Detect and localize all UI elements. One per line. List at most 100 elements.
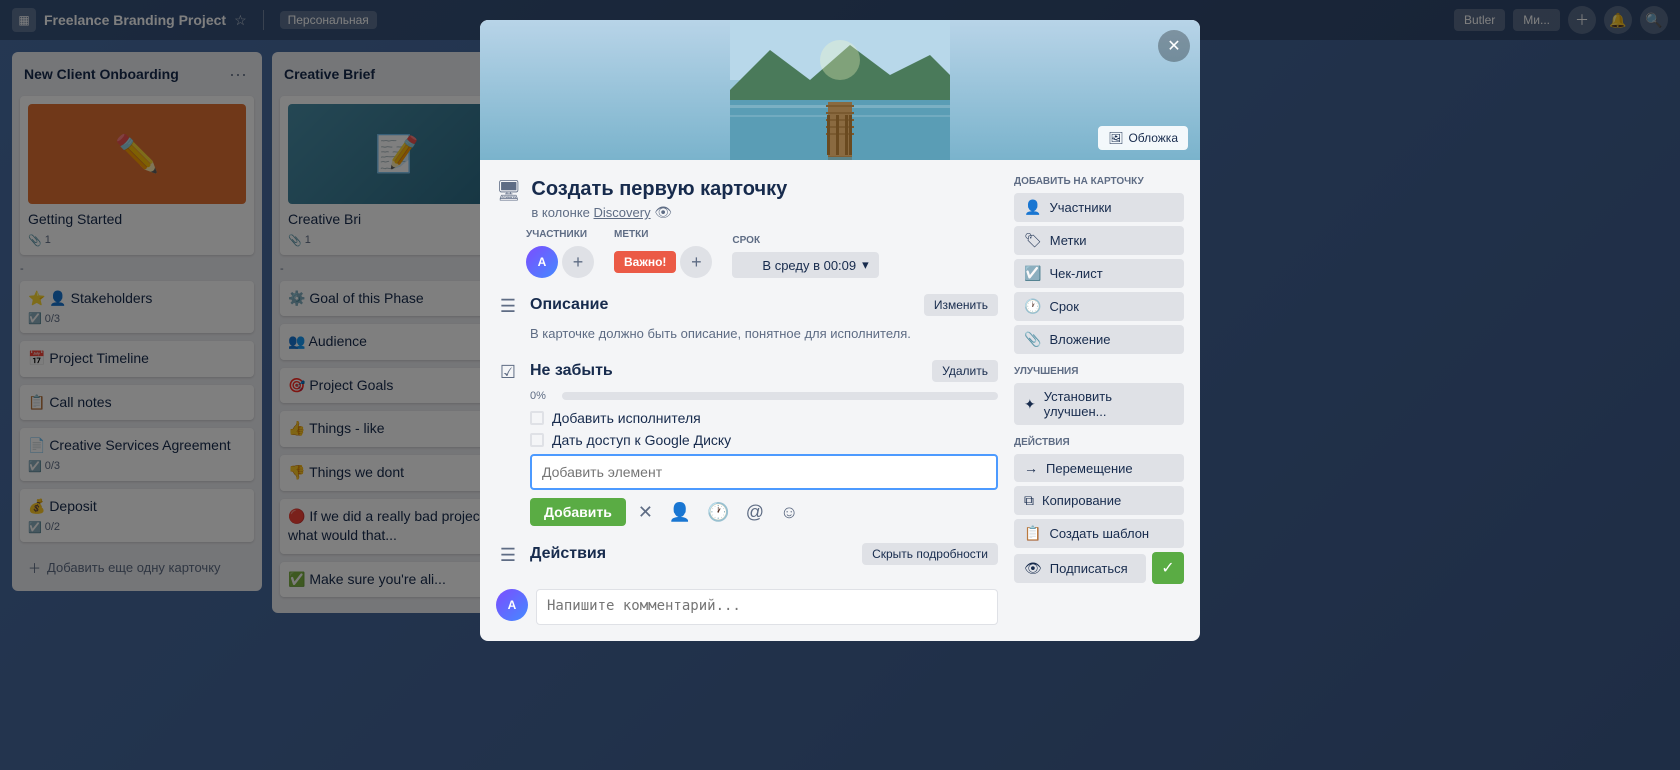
- sidebar-improve-title: УЛУЧШЕНИЯ: [1014, 366, 1184, 377]
- sidebar-checklist-label: Чек-лист: [1049, 266, 1102, 281]
- column-link[interactable]: Discovery: [594, 205, 651, 220]
- sidebar-actions-title: ДЕЙСТВИЯ: [1014, 437, 1184, 448]
- checklist-content: Не забыть Удалить 0% Добавить исполнител…: [530, 360, 998, 527]
- actions-header: Действия Скрыть подробности: [530, 543, 998, 565]
- checklist-text-0: Добавить исполнителя: [552, 410, 701, 426]
- checklist-progress: 0%: [530, 390, 998, 402]
- sidebar-add-title: ДОБАВИТЬ НА КАРТОЧКУ: [1014, 176, 1184, 187]
- close-input-btn[interactable]: ✕: [634, 498, 657, 527]
- card-icon: 🖥: [496, 178, 521, 203]
- due-checkbox: [742, 258, 756, 272]
- cover-button[interactable]: 🖼 Обложка: [1098, 126, 1188, 150]
- checklist-section: ☑ Не забыть Удалить 0%: [496, 360, 998, 527]
- sidebar-subscribe-label: Подписаться: [1050, 561, 1128, 576]
- checklist-add-icon: ☑️: [1024, 265, 1041, 282]
- avatar-participant[interactable]: А: [526, 246, 558, 278]
- modal-title-wrap: Создать первую карточку в колонке Discov…: [531, 176, 787, 221]
- progress-pct: 0%: [530, 390, 554, 402]
- modal-body: 🖥 Создать первую карточку в колонке Disc…: [480, 160, 1200, 641]
- sidebar-btn-checklist[interactable]: ☑️ Чек-лист: [1014, 259, 1184, 288]
- labels-content: Важно! +: [614, 246, 712, 278]
- checklist-item-0: Добавить исполнителя: [530, 410, 998, 426]
- progress-bar-track: [562, 392, 998, 400]
- actions-content: Действия Скрыть подробности: [530, 543, 998, 573]
- modal-card: 🖼 Обложка ✕ 🖥 Создать первую карточку в …: [480, 20, 1200, 641]
- modal-header: 🖥 Создать первую карточку в колонке Disc…: [496, 176, 998, 221]
- add-label-btn[interactable]: +: [680, 246, 712, 278]
- sidebar-participants-label: Участники: [1049, 200, 1111, 215]
- description-content: Описание Изменить В карточке должно быть…: [530, 294, 998, 344]
- add-item-actions: Добавить ✕ 👤 🕐 @ ☺: [530, 498, 998, 527]
- subscribe-row: 👁 Подписаться ✓: [1014, 552, 1184, 584]
- watch-icon: 👁: [654, 204, 672, 220]
- chevron-down-icon: ▾: [862, 257, 869, 273]
- tag-icon: 🏷: [1024, 232, 1042, 249]
- sidebar-improve-label: Установить улучшен...: [1044, 389, 1174, 419]
- description-icon: ☰: [496, 296, 520, 317]
- modal-meta-row: УЧАСТНИКИ А + МЕТКИ Важно! +: [496, 229, 998, 278]
- due-content: В среду в 00:09 ▾: [732, 252, 878, 278]
- sidebar-template-label: Создать шаблон: [1049, 526, 1149, 541]
- mention-icon-btn[interactable]: @: [742, 498, 768, 527]
- sidebar-btn-improve[interactable]: ✦ Установить улучшен...: [1014, 383, 1184, 425]
- description-section: ☰ Описание Изменить В карточке должно бы…: [496, 294, 998, 344]
- checklist-item-1: Дать доступ к Google Диску: [530, 432, 998, 448]
- sidebar-btn-template[interactable]: 📋 Создать шаблон: [1014, 519, 1184, 548]
- checklist-header: Не забыть Удалить: [530, 360, 998, 382]
- cover-icon: 🖼: [1108, 131, 1123, 145]
- actions-section: ☰ Действия Скрыть подробности: [496, 543, 998, 573]
- avatar-comment: А: [496, 589, 528, 621]
- copy-icon: ⧉: [1024, 492, 1034, 509]
- checklist-check-1[interactable]: [530, 433, 544, 447]
- hide-details-btn[interactable]: Скрыть подробности: [862, 543, 998, 565]
- sidebar-btn-due[interactable]: 🕐 Срок: [1014, 292, 1184, 321]
- checklist-check-0[interactable]: [530, 411, 544, 425]
- description-header: Описание Изменить: [530, 294, 998, 316]
- sidebar-move-label: Перемещение: [1046, 461, 1133, 476]
- modal-close-btn[interactable]: ✕: [1158, 30, 1190, 62]
- sidebar-labels-label: Метки: [1050, 233, 1087, 248]
- sidebar-btn-copy[interactable]: ⧉ Копирование: [1014, 486, 1184, 515]
- clock-icon-btn[interactable]: 🕐: [703, 498, 733, 527]
- description-edit-btn[interactable]: Изменить: [924, 294, 998, 316]
- eye-icon: 👁: [1024, 560, 1042, 577]
- due-date-btn[interactable]: В среду в 00:09 ▾: [732, 252, 878, 278]
- modal-sidebar: ДОБАВИТЬ НА КАРТОЧКУ 👤 Участники 🏷 Метки…: [1014, 176, 1184, 625]
- template-icon: 📋: [1024, 525, 1041, 542]
- assign-icon-btn[interactable]: 👤: [665, 498, 695, 527]
- checklist-delete-btn[interactable]: Удалить: [932, 360, 998, 382]
- sidebar-due-label: Срок: [1049, 299, 1079, 314]
- add-item-btn[interactable]: Добавить: [530, 498, 626, 526]
- sidebar-btn-labels[interactable]: 🏷 Метки: [1014, 226, 1184, 255]
- modal-overlay[interactable]: 🖼 Обложка ✕ 🖥 Создать первую карточку в …: [0, 0, 1680, 770]
- sidebar-btn-attachment[interactable]: 📎 Вложение: [1014, 325, 1184, 354]
- sidebar-btn-move[interactable]: → Перемещение: [1014, 454, 1184, 482]
- comment-section: А: [496, 589, 998, 625]
- improve-icon: ✦: [1024, 396, 1036, 413]
- modal-cover: 🖼 Обложка: [480, 20, 1200, 160]
- clock-icon: 🕐: [1024, 298, 1041, 315]
- modal-title: Создать первую карточку: [531, 176, 787, 202]
- checklist-text-1: Дать доступ к Google Диску: [552, 432, 731, 448]
- checklist-icon: ☑: [496, 362, 520, 383]
- participants-content: А +: [526, 246, 594, 278]
- add-item-input[interactable]: [530, 454, 998, 490]
- sidebar-btn-subscribe[interactable]: 👁 Подписаться: [1014, 554, 1146, 583]
- participants-label: УЧАСТНИКИ: [526, 229, 594, 240]
- checklist-title: Не забыть: [530, 362, 613, 380]
- label-important[interactable]: Важно!: [614, 251, 676, 273]
- add-participant-btn[interactable]: +: [562, 246, 594, 278]
- cover-image: [730, 20, 950, 160]
- emoji-icon-btn[interactable]: ☺: [776, 498, 802, 527]
- move-icon: →: [1024, 460, 1038, 476]
- labels-label: МЕТКИ: [614, 229, 712, 240]
- modal-main: 🖥 Создать первую карточку в колонке Disc…: [496, 176, 998, 625]
- actions-title: Действия: [530, 545, 606, 563]
- attachment-icon: 📎: [1024, 331, 1041, 348]
- subscribe-check-btn[interactable]: ✓: [1152, 552, 1184, 584]
- meta-labels: МЕТКИ Важно! +: [614, 229, 712, 278]
- comment-input[interactable]: [536, 589, 998, 625]
- person-icon: 👤: [1024, 199, 1041, 216]
- sidebar-btn-participants[interactable]: 👤 Участники: [1014, 193, 1184, 222]
- description-text: В карточке должно быть описание, понятно…: [530, 324, 998, 344]
